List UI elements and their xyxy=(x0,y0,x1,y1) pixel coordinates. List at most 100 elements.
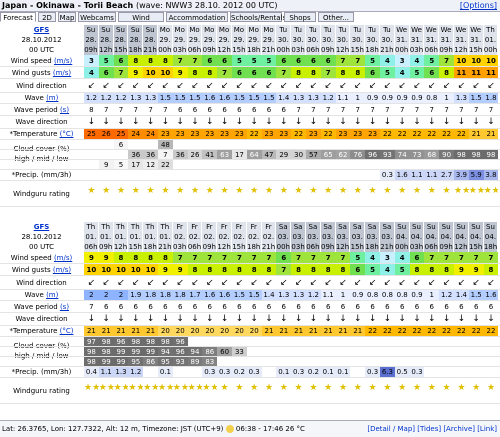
wind-arrow-icon: ↙ xyxy=(250,278,258,288)
header-cell: 29. xyxy=(232,35,247,45)
unit-link[interactable]: (m/s) xyxy=(53,266,71,274)
unit-link[interactable]: (m) xyxy=(46,94,58,102)
header-cell: Su xyxy=(84,25,99,35)
header-cell: 31. xyxy=(454,35,469,45)
header-cell: Su xyxy=(483,222,499,232)
rating-star-icon: ★ xyxy=(353,186,362,196)
header-cell: 15h xyxy=(468,45,484,55)
header-cell: 03. xyxy=(380,232,395,242)
header-cell: Sa xyxy=(276,222,292,232)
tab-schools-rentals[interactable]: Schools/Rentals xyxy=(230,12,286,22)
wind-arrow-icon: ↙ xyxy=(309,81,318,91)
tab-accommodation[interactable]: Accommodation xyxy=(166,12,228,22)
rating-star-icon: ★ xyxy=(486,383,496,393)
header-cell: Tu xyxy=(320,25,336,35)
header-cell: 18h xyxy=(128,45,144,55)
header-cell: 06h xyxy=(187,45,203,55)
header-cell: 06h xyxy=(424,242,440,252)
tab-2d[interactable]: 2D xyxy=(38,12,56,22)
header-cell: 12h xyxy=(217,242,232,252)
rating-star-icon: ★★ xyxy=(98,383,114,393)
header-cell: 04. xyxy=(439,232,454,242)
header-cell: 09h xyxy=(84,45,99,55)
header-cell: Fr xyxy=(172,222,188,232)
header-cell: 03. xyxy=(291,232,306,242)
unit-link[interactable]: (s) xyxy=(60,106,69,114)
unit-link[interactable]: (s) xyxy=(60,303,69,311)
header-cell: Th xyxy=(113,222,129,232)
header-cell: We xyxy=(424,25,440,35)
header-cell: 21h xyxy=(380,242,395,252)
wind-arrow-icon: ↙ xyxy=(280,81,288,91)
header-cell: 29. xyxy=(172,35,188,45)
wind-arrow-icon: ↙ xyxy=(309,278,318,288)
rating-star-icon: ★ xyxy=(338,383,348,393)
unit-link[interactable]: (m/s) xyxy=(53,69,71,77)
rating-star-icon: ★ xyxy=(87,186,96,196)
title-bar: Japan - Okinawa - Torii Beach (wave: NWW… xyxy=(0,0,500,12)
header-cell: Fr xyxy=(232,222,247,232)
header-cell: Sa xyxy=(291,222,306,232)
footer: Lat: 26.3765, Lon: 127.7322, Alt: 12 m, … xyxy=(0,420,500,437)
unit-link[interactable]: (°C) xyxy=(60,327,74,335)
header-cell: 03h xyxy=(409,242,425,252)
options-link[interactable]: [Options] xyxy=(460,0,497,11)
header-cell: 30. xyxy=(276,35,292,45)
header-cell: 18h xyxy=(483,242,499,252)
header-cell: 31. xyxy=(409,35,425,45)
unit-link[interactable]: (m/s) xyxy=(54,57,72,65)
header-cell: 30. xyxy=(306,35,321,45)
header-cell: 09h xyxy=(439,242,454,252)
tab-other[interactable]: Other... xyxy=(318,12,354,22)
model-link[interactable]: GFS xyxy=(0,25,83,35)
wind-arrow-icon: ↙ xyxy=(383,81,392,91)
unit-link[interactable]: (m) xyxy=(46,291,58,299)
rating-star-icon: ★ xyxy=(161,186,170,196)
unit-link[interactable]: (m/s) xyxy=(54,254,72,262)
wind-arrow-icon: ↙ xyxy=(102,278,110,288)
header-cell: We xyxy=(409,25,425,35)
wind-arrow-icon: ↙ xyxy=(487,278,495,288)
wind-arrow-icon: ↙ xyxy=(457,81,466,91)
rating-star-icon: ★ xyxy=(264,383,274,393)
model-date: 28.10.2012 xyxy=(21,233,62,241)
header-cell: 15h xyxy=(113,45,129,55)
unit-link[interactable]: (°C) xyxy=(60,130,74,138)
rating-star-icon: ★ xyxy=(412,383,422,393)
rating-star-icon: ★ xyxy=(383,383,392,393)
wind-arrow-icon: ↙ xyxy=(428,278,436,288)
tab-forecast[interactable]: Forecast xyxy=(0,12,36,22)
wind-arrow-icon: ↙ xyxy=(220,278,229,288)
footer-links[interactable]: [Detail / Map] [Tides] [Archive] [Link] xyxy=(367,421,497,437)
rating-star-icon: ★ xyxy=(279,186,288,196)
tab-shops[interactable]: Shops xyxy=(284,12,316,22)
model-run: 00 UTC xyxy=(28,243,54,251)
rating-star-icon: ★★ xyxy=(84,383,99,393)
header-cell: 28. xyxy=(84,35,99,45)
tab-webcams[interactable]: Webcams xyxy=(78,12,116,22)
header-cell: 03h xyxy=(172,242,188,252)
header-cell: 03. xyxy=(276,232,292,242)
rating-star-icon: ★ xyxy=(398,383,407,393)
rating-star-icon: ★ xyxy=(250,383,259,393)
header-cell: 12h xyxy=(98,45,114,55)
rating-star-icon: ★ xyxy=(324,383,333,393)
rating-star-icon: ★ xyxy=(338,186,348,196)
rating-star-icon: ★ xyxy=(324,186,333,196)
rating-star-icon: ★★ xyxy=(483,186,499,196)
header-cell: Su xyxy=(394,222,410,232)
wind-arrow-icon: ↙ xyxy=(191,81,199,91)
header-cell: 28. xyxy=(128,35,144,45)
header-cell: 29. xyxy=(246,35,262,45)
model-link[interactable]: GFS xyxy=(0,222,83,232)
header-cell: 01. xyxy=(84,232,99,242)
tab-wind-reports[interactable]: Wind reports xyxy=(118,12,164,32)
wind-arrow-icon: ↙ xyxy=(472,278,480,288)
tab-map[interactable]: Map xyxy=(58,12,76,22)
rating-star-icon: ★ xyxy=(309,383,318,393)
header-cell: 06h xyxy=(187,242,203,252)
header-cell: 09h xyxy=(98,242,114,252)
header-cell: Mo xyxy=(172,25,188,35)
header-cell: 03h xyxy=(409,45,425,55)
wind-arrow-icon: ↙ xyxy=(235,278,244,288)
